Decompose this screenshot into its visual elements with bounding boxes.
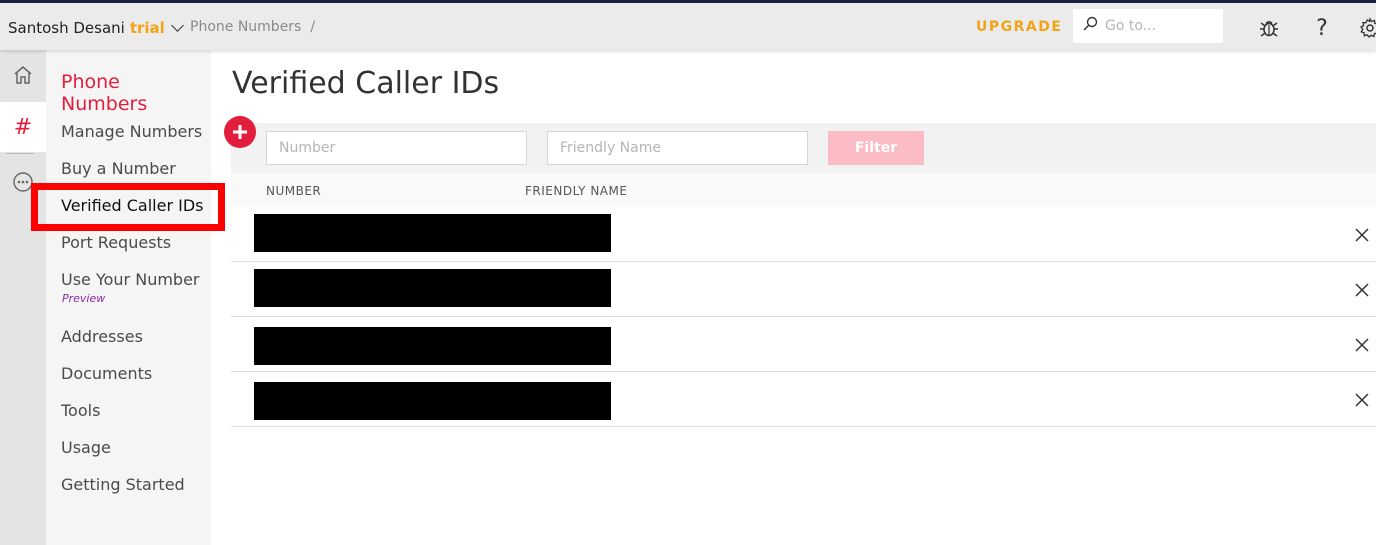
account-switcher[interactable]: Santosh Desani trial [8,17,184,39]
breadcrumb-separator: / [310,19,316,35]
nav-use-your-number[interactable]: Use Your Number [61,270,200,289]
phone-numbers-subnav: Phone Numbers Manage Numbers Buy a Numbe… [46,50,211,545]
nav-manage-numbers[interactable]: Manage Numbers [61,122,202,141]
phone-numbers-hash-icon[interactable]: # [0,102,46,152]
filter-button[interactable]: Filter [828,131,924,165]
account-plan-badge: trial [129,19,165,37]
goto-search[interactable] [1073,9,1223,43]
subnav-title: Phone Numbers [61,71,148,115]
nav-buy-a-number[interactable]: Buy a Number [61,159,176,178]
page-title: Verified Caller IDs [232,66,500,101]
table-row [231,317,1376,372]
search-icon [1082,16,1098,36]
top-bar: Santosh Desani trial Phone Numbers / UPGR… [0,0,1376,50]
help-icon[interactable]: ? [1310,16,1334,41]
account-name: Santosh Desani [8,19,125,37]
upgrade-link[interactable]: UPGRADE [976,19,1062,35]
redacted-number [254,269,611,307]
breadcrumb-phone-numbers[interactable]: Phone Numbers [190,19,301,35]
add-caller-id-button[interactable] [224,116,256,148]
breadcrumb: Phone Numbers / [190,19,315,35]
gear-icon[interactable] [1358,16,1376,40]
home-icon[interactable] [0,50,46,100]
table-header [231,173,1376,207]
debugger-bug-icon[interactable] [1257,16,1281,40]
more-options-icon[interactable] [0,160,46,204]
plus-icon [233,125,247,139]
redacted-number [254,327,611,365]
nav-addresses[interactable]: Addresses [61,327,143,346]
redacted-number [254,382,611,420]
redacted-number [254,214,611,252]
column-header-friendly-name: FRIENDLY NAME [525,184,628,198]
nav-getting-started[interactable]: Getting Started [61,475,185,494]
nav-tools[interactable]: Tools [61,401,100,420]
nav-documents[interactable]: Documents [61,364,152,383]
chevron-down-icon [170,19,184,32]
preview-badge: Preview [62,292,106,305]
friendly-name-filter-input[interactable] [547,131,808,165]
table-row [231,207,1376,262]
table-row [231,372,1376,427]
column-header-number: NUMBER [266,184,322,198]
nav-port-requests[interactable]: Port Requests [61,233,171,252]
goto-input[interactable] [1105,18,1215,34]
nav-usage[interactable]: Usage [61,438,111,457]
icon-rail: # [0,50,46,545]
close-icon[interactable] [1353,226,1371,244]
close-icon[interactable] [1353,281,1371,299]
rail-divider [6,153,34,154]
table-row [231,262,1376,317]
close-icon[interactable] [1353,391,1371,409]
number-filter-input[interactable] [266,131,527,165]
close-icon[interactable] [1353,336,1371,354]
nav-verified-caller-ids[interactable]: Verified Caller IDs [61,196,203,215]
